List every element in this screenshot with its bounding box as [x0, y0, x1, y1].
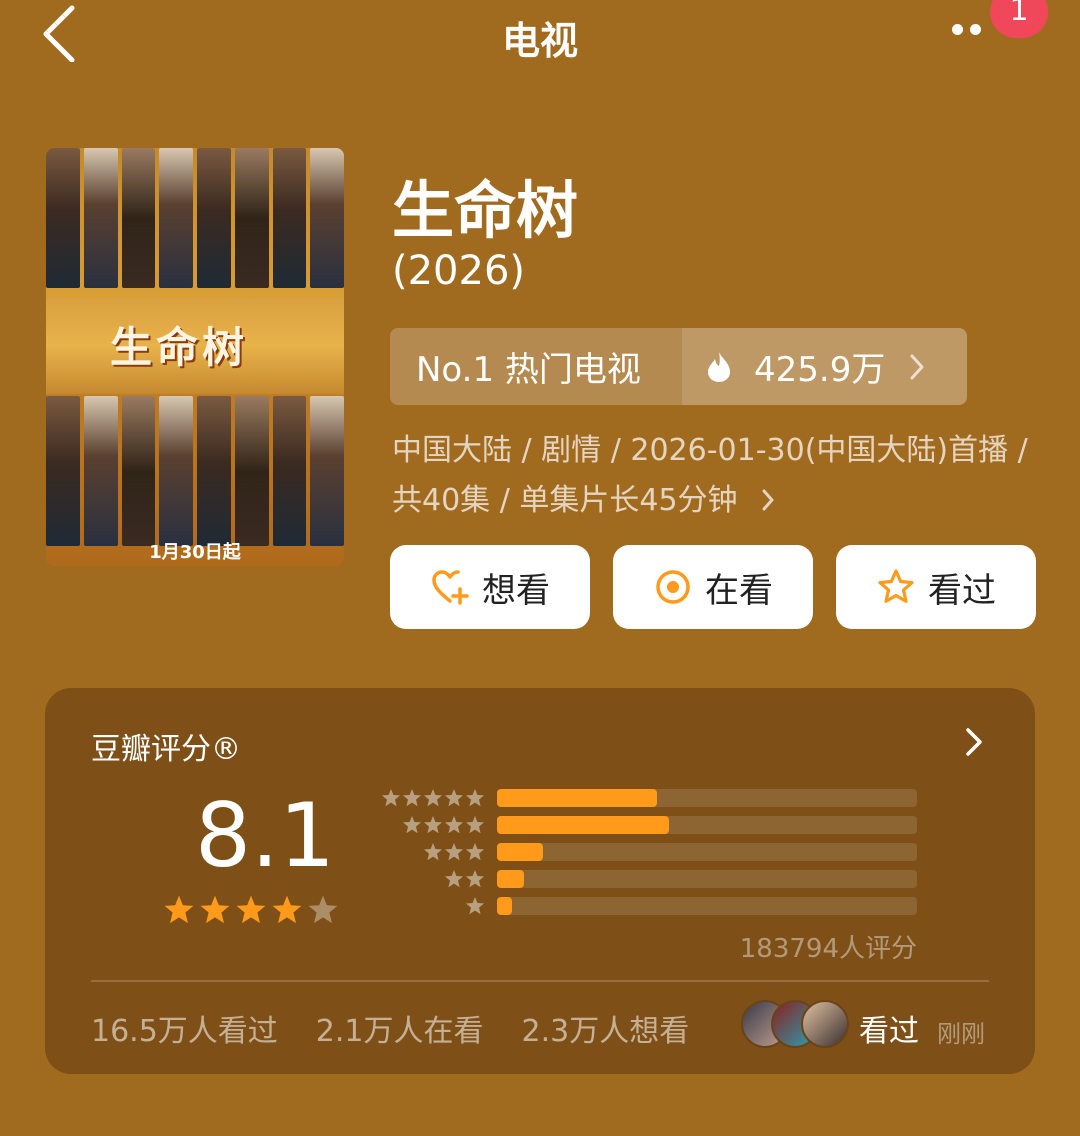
star-small-icon — [466, 870, 484, 888]
distribution-bar-track — [497, 897, 917, 915]
poster-image[interactable]: 生命树 1月30日起 — [46, 148, 344, 566]
want-to-watch-label: 想看 — [482, 570, 550, 611]
star-small-icon — [403, 816, 421, 834]
seen-count[interactable]: 16.5万人看过 — [91, 1006, 278, 1050]
poster-cast-row-top — [46, 148, 344, 288]
distribution-bar-track — [497, 870, 917, 888]
poster-logo: 生命树 — [110, 323, 249, 372]
rank-label: No.1 热门电视 — [416, 350, 641, 390]
star-small-icon — [445, 843, 463, 861]
rating-title: 豆瓣评分® — [91, 732, 241, 767]
star-small-icon — [445, 816, 463, 834]
distribution-stars — [444, 869, 485, 889]
action-buttons: 想看 在看 看过 — [390, 545, 1036, 629]
more-menu-button[interactable] — [950, 20, 990, 40]
distribution-bar-3-star — [497, 843, 543, 861]
star-small-icon — [424, 789, 442, 807]
watching-label: 在看 — [705, 570, 773, 611]
star-small-icon — [466, 816, 484, 834]
chevron-right-icon — [910, 354, 924, 379]
watch-stats: 16.5万人看过 2.1万人在看 2.3万人想看 — [91, 1006, 689, 1050]
rating-stars — [163, 894, 339, 926]
star-empty-icon — [308, 895, 338, 924]
star-small-icon — [445, 789, 463, 807]
watched-label: 看过 — [928, 570, 996, 611]
distribution-stars — [465, 896, 485, 916]
top-bar: 电视 1 — [0, 0, 1080, 70]
heat-value: 425.9万 — [754, 350, 886, 390]
show-title: 生命树 — [392, 174, 579, 247]
star-filled-icon — [272, 895, 302, 924]
star-small-icon — [445, 870, 463, 888]
poster-cast-row-bottom — [46, 396, 344, 546]
star-filled-icon — [236, 895, 266, 924]
rating-score: 8.1 — [195, 784, 335, 887]
watched-button[interactable]: 看过 — [836, 545, 1036, 629]
distribution-bar-2-star — [497, 870, 524, 888]
friend-action-label: 看过 — [859, 1014, 919, 1049]
star-small-icon — [424, 843, 442, 861]
show-year: (2026) — [392, 248, 526, 294]
distribution-stars — [381, 788, 485, 808]
watching-count[interactable]: 2.1万人在看 — [316, 1006, 484, 1050]
distribution-row-1-star — [375, 896, 497, 916]
distribution-bar-track — [497, 816, 917, 834]
star-filled-icon — [200, 895, 230, 924]
star-small-icon — [403, 789, 421, 807]
friend-action-time: 刚刚 — [937, 1020, 985, 1048]
meta-text: 中国大陆 / 剧情 / 2026-01-30(中国大陆)首播 / 共40集 / … — [392, 433, 1028, 518]
distribution-bar-4-star — [497, 816, 669, 834]
page-title: 电视 — [501, 19, 578, 63]
heart-plus-icon — [432, 570, 469, 605]
star-outline-icon — [878, 569, 914, 603]
rating-card[interactable]: 豆瓣评分® 8.1 183794人评分 16.5万人看过 2.1万人在看 2.3… — [45, 688, 1035, 1074]
chevron-right-icon[interactable] — [963, 726, 985, 758]
target-circle-icon — [656, 570, 690, 604]
distribution-bar-1-star — [497, 897, 512, 915]
dot-icon — [952, 24, 963, 35]
show-meta-info[interactable]: 中国大陆 / 剧情 / 2026-01-30(中国大陆)首播 / 共40集 / … — [392, 426, 1032, 526]
star-filled-icon — [164, 895, 194, 924]
distribution-row-5-star — [375, 788, 497, 808]
dot-icon — [970, 24, 981, 35]
star-small-icon — [382, 789, 400, 807]
distribution-bar-track — [497, 843, 917, 861]
want-count[interactable]: 2.3万人想看 — [522, 1006, 690, 1050]
watching-button[interactable]: 在看 — [613, 545, 813, 629]
distribution-row-2-star — [375, 869, 497, 889]
friend-avatars[interactable] — [741, 1000, 851, 1048]
poster-release-date: 1月30日起 — [149, 542, 241, 563]
star-small-icon — [466, 789, 484, 807]
distribution-bar-5-star — [497, 789, 657, 807]
avatar — [801, 1000, 849, 1048]
star-small-icon — [466, 843, 484, 861]
star-small-icon — [424, 816, 442, 834]
ranking-pill[interactable]: No.1 热门电视 425.9万 — [390, 328, 967, 405]
distribution-row-3-star — [375, 842, 497, 862]
distribution-stars — [402, 815, 485, 835]
divider — [91, 980, 989, 982]
chevron-right-icon — [762, 489, 774, 511]
distribution-row-4-star — [375, 815, 497, 835]
heat-section[interactable]: 425.9万 — [682, 328, 967, 405]
flame-icon — [708, 351, 730, 382]
rating-count: 183794人评分 — [739, 934, 917, 964]
distribution-stars — [423, 842, 485, 862]
want-to-watch-button[interactable]: 想看 — [390, 545, 590, 629]
distribution-bar-track — [497, 789, 917, 807]
star-small-icon — [466, 897, 484, 915]
